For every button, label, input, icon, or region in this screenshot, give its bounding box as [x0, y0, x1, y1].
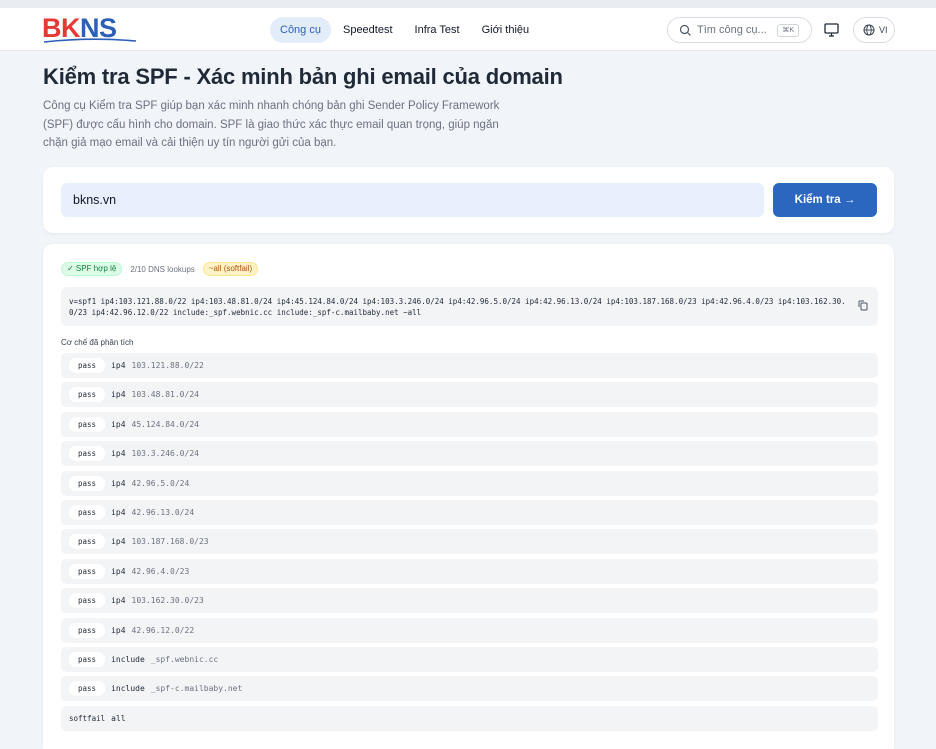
nav-item-tools[interactable]: Công cụ — [270, 17, 331, 43]
mechanism-row: pass ip4 103.162.30.0/23 — [61, 588, 878, 614]
mechanism-value: 42.96.13.0/24 — [131, 507, 195, 517]
mechanism-value: _spf.webnic.cc — [150, 654, 219, 664]
mechanism-qualifier: pass — [69, 681, 106, 697]
mechanism-qualifier: pass — [69, 358, 106, 373]
mechanism-row: pass ip4 103.187.168.0/23 — [61, 529, 878, 555]
mechanism-list: pass ip4 103.121.88.0/22 pass ip4 103.48… — [61, 353, 878, 735]
mechanism-value: 42.96.5.0/24 — [131, 478, 190, 488]
globe-icon — [863, 24, 875, 36]
language-label: VI — [879, 25, 888, 35]
dns-lookup-count: 2/10 DNS lookups — [130, 264, 195, 274]
search-placeholder: Tìm công cụ... — [697, 24, 767, 36]
mechanism-qualifier: pass — [69, 416, 106, 432]
mechanism-qualifier: pass — [69, 651, 106, 667]
browser-top-strip — [0, 0, 936, 8]
language-switcher[interactable]: VI — [853, 17, 895, 43]
spf-record-text: v=spf1 ip4:103.121.88.0/22 ip4:103.48.81… — [69, 297, 846, 317]
mechanism-row: pass ip4 103.3.246.0/24 — [61, 441, 878, 467]
mechanism-value: 45.124.84.0/24 — [131, 419, 199, 429]
search-shortcut: ⌘K — [777, 24, 799, 37]
check-button[interactable]: Kiểm tra → — [773, 183, 877, 217]
mechanism-row: pass ip4 103.48.81.0/24 — [61, 382, 878, 408]
nav-item-about[interactable]: Giới thiệu — [472, 17, 540, 43]
mechanism-qualifier: pass — [69, 504, 106, 520]
spf-result-card: ✓ SPF hợp lệ 2/10 DNS lookups ~all (soft… — [43, 244, 894, 749]
nav-item-speedtest[interactable]: Speedtest — [333, 17, 403, 43]
mechanism-value: 103.187.168.0/23 — [131, 537, 209, 547]
mechanism-type: ip4 — [111, 478, 126, 488]
mechanism-qualifier: pass — [69, 387, 106, 403]
mechanism-value: 103.48.81.0/24 — [131, 390, 199, 400]
mechanism-row: pass include _spf.webnic.cc — [61, 646, 878, 672]
all-qualifier-badge: ~all (softfail) — [202, 262, 259, 276]
mechanism-row: softfail all — [61, 705, 878, 731]
spf-valid-badge: ✓ SPF hợp lệ — [61, 262, 123, 276]
mechanism-type: ip4 — [111, 361, 126, 370]
nav-item-infra-test[interactable]: Infra Test — [405, 17, 470, 43]
mechanism-row: pass ip4 42.96.12.0/22 — [61, 617, 878, 643]
mechanism-value: 103.162.30.0/23 — [131, 596, 204, 606]
mechanism-qualifier: pass — [69, 563, 106, 579]
tool-search-box[interactable]: Tìm công cụ... ⌘K — [667, 17, 812, 43]
mechanism-qualifier: pass — [69, 534, 106, 550]
mechanism-type: ip4 — [111, 596, 126, 606]
mechanism-qualifier: pass — [69, 622, 106, 638]
mechanism-type: ip4 — [111, 625, 126, 635]
mechanism-row: pass ip4 42.96.13.0/24 — [61, 499, 878, 525]
mechanism-type: ip4 — [111, 390, 126, 400]
copy-icon[interactable] — [858, 300, 868, 311]
mechanism-type: ip4 — [111, 537, 126, 547]
mechanism-type: all — [111, 713, 126, 723]
spf-record-box: v=spf1 ip4:103.121.88.0/22 ip4:103.48.81… — [61, 287, 878, 326]
monitor-icon[interactable] — [824, 23, 839, 37]
mechanism-qualifier: pass — [69, 475, 106, 491]
mechanism-value: 42.96.12.0/22 — [131, 625, 195, 635]
logo-swoosh — [43, 38, 137, 43]
mechanism-row: pass ip4 42.96.5.0/24 — [61, 470, 878, 496]
mechanism-type: include — [111, 654, 145, 664]
mechanism-type: ip4 — [111, 566, 126, 576]
mechanism-value: _spf-c.mailbaby.net — [150, 684, 243, 694]
mechanism-type: ip4 — [111, 507, 126, 517]
mechanism-row: pass ip4 42.96.4.0/23 — [61, 558, 878, 584]
page-title: Kiểm tra SPF - Xác minh bản ghi email củ… — [43, 64, 563, 89]
bkns-logo[interactable]: BKNS — [42, 14, 138, 43]
search-icon — [679, 24, 691, 36]
mechanism-type: ip4 — [111, 449, 126, 459]
mechanisms-heading: Cơ chế đã phân tích — [61, 338, 134, 347]
result-summary: ✓ SPF hợp lệ 2/10 DNS lookups ~all (soft… — [61, 262, 259, 276]
main-nav: Công cụ Speedtest Infra Test Giới thiệu — [270, 17, 539, 43]
mechanism-qualifier: softfail — [69, 713, 106, 723]
mechanism-qualifier: pass — [69, 446, 106, 462]
site-header: BKNS Công cụ Speedtest Infra Test Giới t… — [0, 8, 936, 51]
page-intro: Công cụ Kiểm tra SPF giúp bạn xác minh n… — [43, 100, 500, 149]
mechanism-row: pass ip4 103.121.88.0/22 — [61, 353, 878, 378]
mechanism-row: pass include _spf-c.mailbaby.net — [61, 676, 878, 702]
mechanism-qualifier: pass — [69, 593, 106, 609]
domain-input[interactable] — [61, 183, 764, 217]
mechanism-value: 103.121.88.0/22 — [131, 361, 204, 370]
mechanism-value: 103.3.246.0/24 — [131, 449, 199, 459]
domain-check-form: Kiểm tra → — [43, 167, 894, 233]
mechanism-type: include — [111, 684, 145, 694]
mechanism-row: pass ip4 45.124.84.0/24 — [61, 411, 878, 437]
mechanism-value: 42.96.4.0/23 — [131, 566, 190, 576]
mechanism-type: ip4 — [111, 419, 126, 429]
